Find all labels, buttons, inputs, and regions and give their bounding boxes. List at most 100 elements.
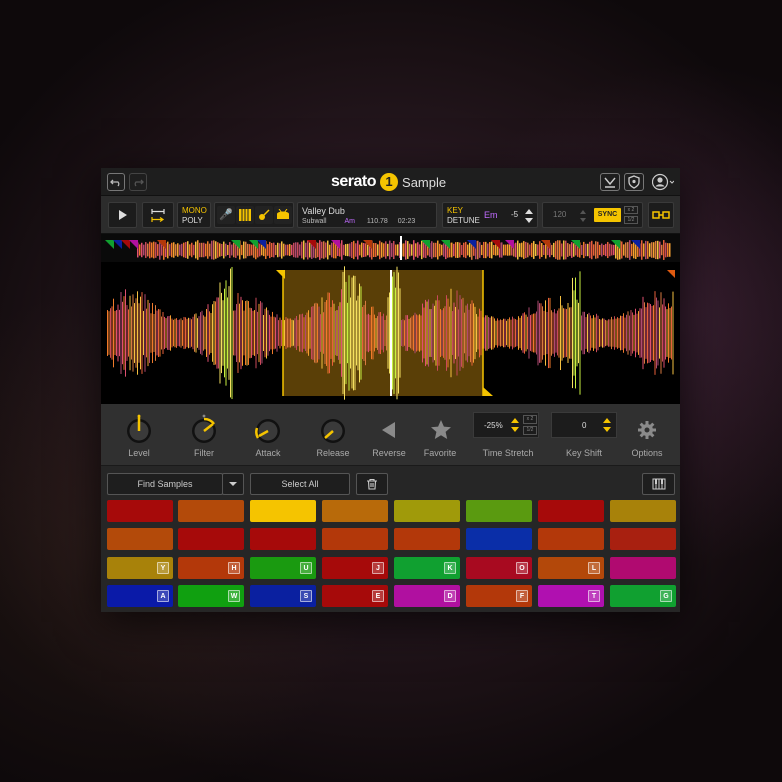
- main-waveform[interactable]: [101, 262, 680, 404]
- playback-mode-button[interactable]: [142, 202, 174, 228]
- sample-pad[interactable]: H: [178, 557, 244, 579]
- release-knob-icon[interactable]: [318, 414, 348, 444]
- app-window: serato 1 Sample MONO POLY 🎤 Valley Dub S…: [101, 168, 680, 612]
- pad-key-label: W: [228, 590, 240, 602]
- sample-pad[interactable]: G: [610, 585, 676, 607]
- brand-wordmark: serato: [331, 173, 377, 190]
- sample-pad[interactable]: U: [250, 557, 316, 579]
- sample-pad[interactable]: [107, 500, 173, 522]
- undo-icon: [110, 179, 120, 187]
- select-all-button[interactable]: Select All: [250, 473, 350, 495]
- sample-pad[interactable]: W: [178, 585, 244, 607]
- tempo-half-button[interactable]: 1/2: [624, 216, 638, 224]
- key-shift-box[interactable]: 0: [551, 412, 617, 438]
- drums-button[interactable]: [274, 206, 292, 224]
- sync-button[interactable]: SYNC: [594, 208, 621, 222]
- sample-pad[interactable]: [178, 528, 244, 550]
- sample-pad[interactable]: A: [107, 585, 173, 607]
- find-samples-button[interactable]: Find Samples: [107, 473, 223, 495]
- play-button[interactable]: [108, 202, 137, 228]
- filter-control[interactable]: Filter: [174, 410, 234, 464]
- track-info[interactable]: Valley Dub Subwall Am 110.78 02:23: [297, 202, 437, 228]
- sample-pad[interactable]: [250, 528, 316, 550]
- filter-knob-icon[interactable]: [189, 414, 219, 444]
- find-samples-dropdown[interactable]: [222, 473, 244, 495]
- sample-pad[interactable]: [178, 500, 244, 522]
- pad-key-label: F: [516, 590, 528, 602]
- sample-pad[interactable]: D: [394, 585, 460, 607]
- sample-pad[interactable]: [394, 500, 460, 522]
- sample-pad[interactable]: F: [466, 585, 532, 607]
- filter-label: Filter: [194, 448, 214, 458]
- undo-button[interactable]: [107, 173, 125, 191]
- attack-control[interactable]: Attack: [238, 410, 298, 464]
- end-flag-icon[interactable]: [483, 387, 493, 396]
- time-stretch-stepper-icon[interactable]: [510, 416, 520, 434]
- download-button[interactable]: [600, 173, 620, 191]
- shield-button[interactable]: [624, 173, 644, 191]
- ts-half-button[interactable]: 1/2: [523, 426, 537, 435]
- toolbar: MONO POLY 🎤 Valley Dub Subwall Am 110.78…: [101, 196, 680, 234]
- attack-knob-icon[interactable]: [253, 414, 283, 444]
- sample-pad[interactable]: [466, 500, 532, 522]
- pad-key-label: L: [588, 562, 600, 574]
- account-button[interactable]: [651, 173, 675, 196]
- delete-button[interactable]: [356, 473, 388, 495]
- gear-icon: [638, 421, 656, 439]
- poly-label: POLY: [182, 216, 203, 225]
- instrument-group: 🎤: [214, 202, 294, 228]
- key-panel: KEY DETUNE Em -5: [442, 202, 538, 228]
- sample-pad[interactable]: [538, 500, 604, 522]
- sample-pad[interactable]: [538, 528, 604, 550]
- sample-pad[interactable]: Y: [107, 557, 173, 579]
- tempo-panel: 120 SYNC x 2 1/2: [542, 202, 643, 228]
- keys-button[interactable]: [236, 206, 254, 224]
- sample-pad[interactable]: S: [250, 585, 316, 607]
- sample-pad[interactable]: [610, 500, 676, 522]
- bpm-stepper-icon[interactable]: [579, 208, 587, 224]
- pad-key-label: K: [444, 562, 456, 574]
- sample-pad[interactable]: [322, 500, 388, 522]
- sample-pad[interactable]: [610, 528, 676, 550]
- sample-pad[interactable]: [322, 528, 388, 550]
- sample-pad[interactable]: [107, 528, 173, 550]
- ts-double-button[interactable]: x 2: [523, 415, 537, 424]
- time-stretch-box[interactable]: -25% x 2 1/2: [473, 412, 539, 438]
- sample-pad[interactable]: [394, 528, 460, 550]
- track-key: Am: [344, 218, 355, 225]
- sample-pad[interactable]: O: [466, 557, 532, 579]
- overview-waveform[interactable]: [101, 234, 680, 262]
- sample-pad[interactable]: L: [538, 557, 604, 579]
- sample-pad[interactable]: E: [322, 585, 388, 607]
- sample-pad[interactable]: J: [322, 557, 388, 579]
- track-artist: Subwall: [302, 218, 327, 225]
- redo-button[interactable]: [129, 173, 147, 191]
- overview-wave-svg: [105, 236, 671, 260]
- guitar-icon: [259, 209, 270, 220]
- favorite-button[interactable]: Favorite: [410, 410, 470, 464]
- level-control[interactable]: Level: [109, 410, 169, 464]
- sample-pad[interactable]: T: [538, 585, 604, 607]
- mono-poly-toggle[interactable]: MONO POLY: [177, 202, 211, 228]
- options-button[interactable]: Options: [617, 410, 677, 464]
- keyboard-view-button[interactable]: [642, 473, 675, 495]
- serato-logo: serato 1 Sample: [331, 172, 446, 192]
- sample-pad[interactable]: [610, 557, 676, 579]
- pad-key-label: H: [228, 562, 240, 574]
- sample-pad[interactable]: [250, 500, 316, 522]
- shield-icon: [628, 175, 640, 189]
- attack-label: Attack: [255, 448, 281, 458]
- guitar-button[interactable]: [255, 206, 273, 224]
- start-flag-icon[interactable]: [276, 270, 285, 279]
- sample-pad[interactable]: K: [394, 557, 460, 579]
- pad-key-label: U: [300, 562, 312, 574]
- sample-pad[interactable]: [466, 528, 532, 550]
- level-knob-icon[interactable]: [124, 414, 154, 444]
- release-label: Release: [316, 448, 350, 458]
- key-shift-stepper-icon[interactable]: [602, 416, 612, 434]
- key-stepper-icon[interactable]: [524, 207, 534, 225]
- release-control[interactable]: Release: [303, 410, 363, 464]
- mic-button[interactable]: 🎤: [217, 206, 235, 224]
- tempo-double-button[interactable]: x 2: [624, 206, 638, 214]
- link-button[interactable]: [648, 202, 674, 228]
